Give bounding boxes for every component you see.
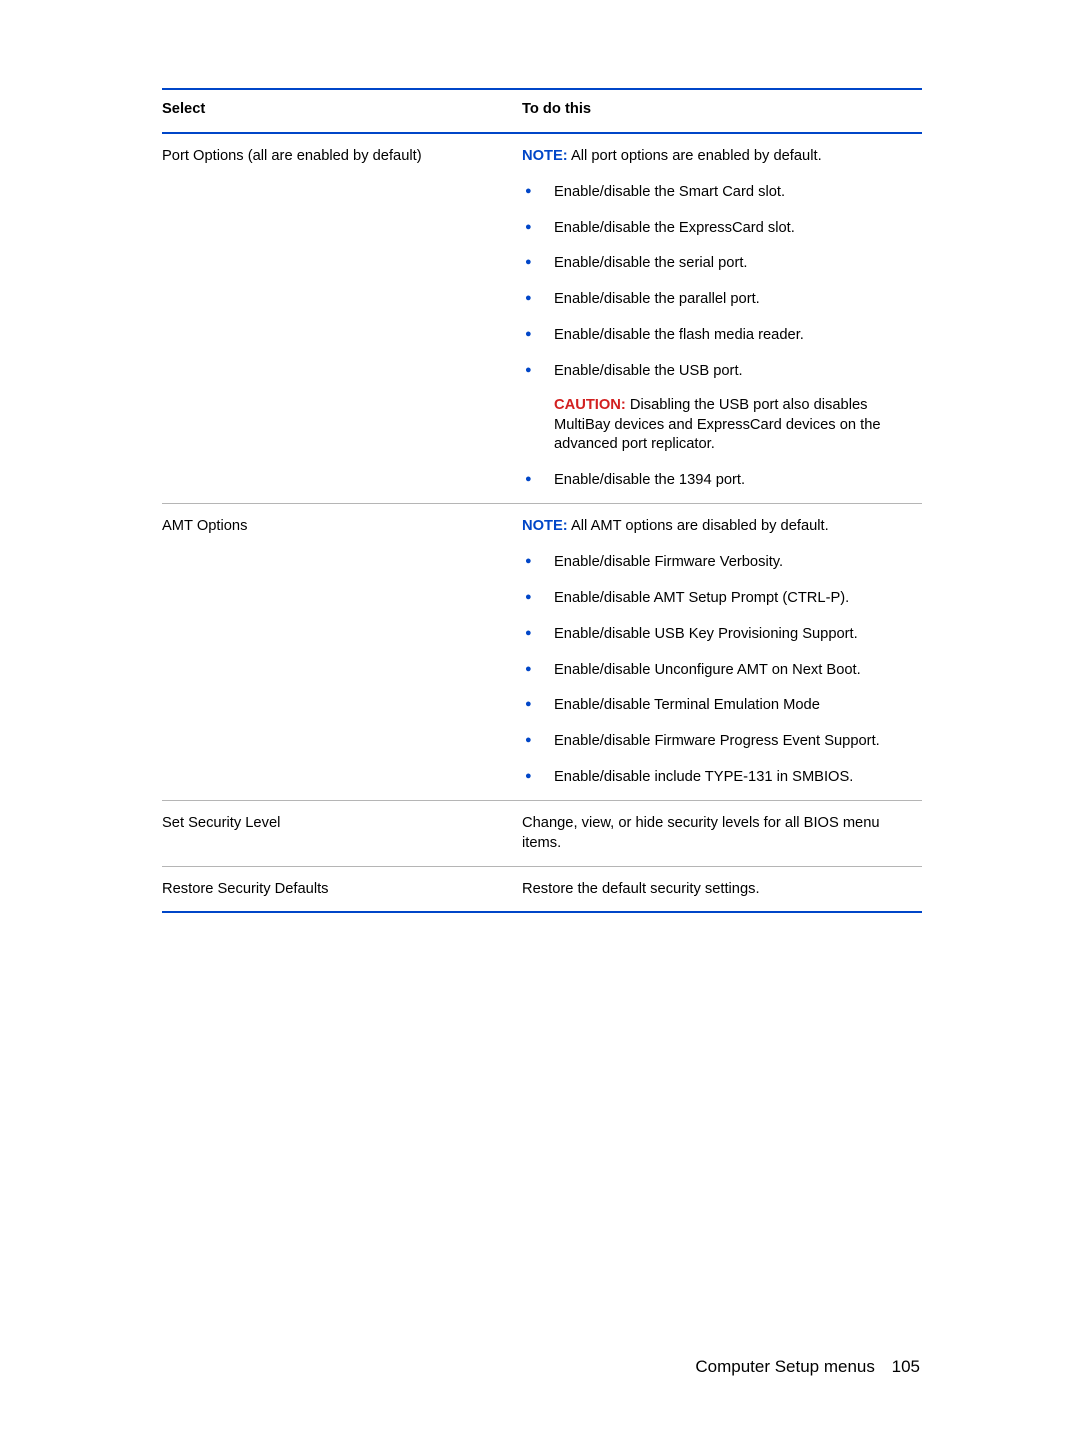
caution-label: CAUTION: <box>554 397 626 413</box>
note-label: NOTE: <box>522 518 568 534</box>
bullet-text: Enable/disable include TYPE-131 in SMBIO… <box>554 769 853 785</box>
row-select: Set Security Level <box>162 800 522 866</box>
list-item: Enable/disable Terminal Emulation Mode <box>522 696 922 716</box>
bullet-text: Enable/disable the 1394 port. <box>554 472 745 488</box>
bullet-text: Enable/disable the Smart Card slot. <box>554 184 785 200</box>
row-select: Restore Security Defaults <box>162 866 522 912</box>
bullet-list: Enable/disable Firmware Verbosity. Enabl… <box>522 553 922 788</box>
bullet-list: Enable/disable the Smart Card slot. Enab… <box>522 183 922 491</box>
caution-line: CAUTION: Disabling the USB port also dis… <box>554 396 922 456</box>
page: Select To do this Port Options (all are … <box>0 0 1080 1437</box>
table-row: Restore Security Defaults Restore the de… <box>162 866 922 912</box>
bullet-text: Enable/disable the ExpressCard slot. <box>554 220 795 236</box>
row-select: Port Options (all are enabled by default… <box>162 133 522 504</box>
list-item: Enable/disable the USB port. CAUTION: Di… <box>522 362 922 455</box>
list-item: Enable/disable the flash media reader. <box>522 326 922 346</box>
header-todo: To do this <box>522 89 922 133</box>
row-select: AMT Options <box>162 504 522 801</box>
row-todo: Change, view, or hide security levels fo… <box>522 800 922 866</box>
page-number: 105 <box>892 1357 920 1376</box>
list-item: Enable/disable the parallel port. <box>522 290 922 310</box>
list-item: Enable/disable the Smart Card slot. <box>522 183 922 203</box>
bullet-text: Enable/disable USB Key Provisioning Supp… <box>554 626 858 642</box>
table-header-row: Select To do this <box>162 89 922 133</box>
bullet-text: Enable/disable Terminal Emulation Mode <box>554 697 820 713</box>
list-item: Enable/disable the 1394 port. <box>522 471 922 491</box>
table-row: Port Options (all are enabled by default… <box>162 133 922 504</box>
note-text: All port options are enabled by default. <box>571 148 822 164</box>
bullet-text: Enable/disable Firmware Verbosity. <box>554 554 783 570</box>
row-todo: NOTE: All port options are enabled by de… <box>522 133 922 504</box>
list-item: Enable/disable Firmware Verbosity. <box>522 553 922 573</box>
note-line: NOTE: All port options are enabled by de… <box>522 147 922 167</box>
list-item: Enable/disable include TYPE-131 in SMBIO… <box>522 768 922 788</box>
list-item: Enable/disable Unconfigure AMT on Next B… <box>522 661 922 681</box>
note-line: NOTE: All AMT options are disabled by de… <box>522 517 922 537</box>
bullet-text: Enable/disable the serial port. <box>554 255 748 271</box>
list-item: Enable/disable the ExpressCard slot. <box>522 219 922 239</box>
row-todo: Restore the default security settings. <box>522 866 922 912</box>
note-text: All AMT options are disabled by default. <box>571 518 829 534</box>
table-row: AMT Options NOTE: All AMT options are di… <box>162 504 922 801</box>
list-item: Enable/disable USB Key Provisioning Supp… <box>522 625 922 645</box>
page-footer: Computer Setup menus 105 <box>695 1357 920 1377</box>
bullet-text: Enable/disable AMT Setup Prompt (CTRL-P)… <box>554 590 849 606</box>
bullet-text: Enable/disable the flash media reader. <box>554 327 804 343</box>
list-item: Enable/disable AMT Setup Prompt (CTRL-P)… <box>522 589 922 609</box>
list-item: Enable/disable the serial port. <box>522 254 922 274</box>
table-row: Set Security Level Change, view, or hide… <box>162 800 922 866</box>
bullet-text: Enable/disable the USB port. <box>554 363 743 379</box>
row-todo: NOTE: All AMT options are disabled by de… <box>522 504 922 801</box>
note-label: NOTE: <box>522 148 568 164</box>
header-select: Select <box>162 89 522 133</box>
bullet-text: Enable/disable Firmware Progress Event S… <box>554 733 880 749</box>
footer-title: Computer Setup menus <box>695 1357 875 1376</box>
bullet-text: Enable/disable the parallel port. <box>554 291 760 307</box>
list-item: Enable/disable Firmware Progress Event S… <box>522 732 922 752</box>
bullet-text: Enable/disable Unconfigure AMT on Next B… <box>554 662 861 678</box>
options-table: Select To do this Port Options (all are … <box>162 88 922 913</box>
